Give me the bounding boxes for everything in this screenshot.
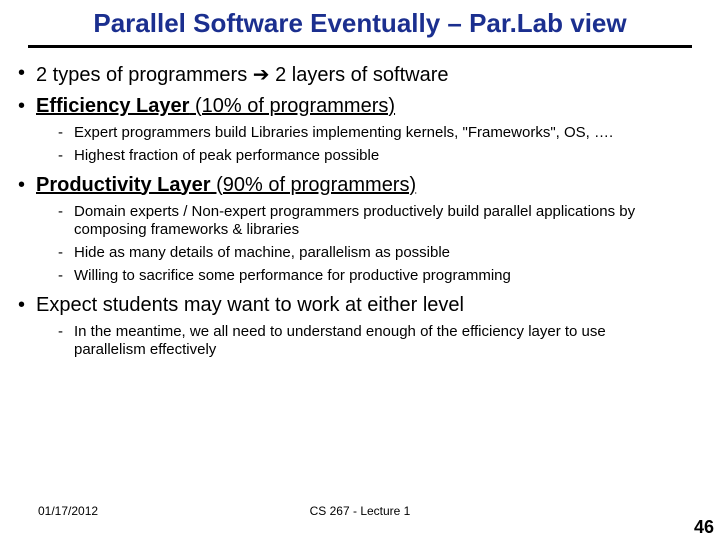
bullet-dash-icon: -: [58, 124, 74, 143]
bullet-level2: - Highest fraction of peak performance p…: [58, 147, 702, 166]
bullet-text: Efficiency Layer (10% of programmers): [36, 95, 702, 118]
text-bold: Productivity Layer: [36, 174, 211, 196]
bullet-dot-icon: •: [18, 95, 36, 118]
slide: Parallel Software Eventually – Par.Lab v…: [0, 0, 720, 540]
bullet-level2: - Willing to sacrifice some performance …: [58, 267, 702, 286]
text-fragment: 2 layers of software: [270, 64, 449, 86]
bullet-level1: • Productivity Layer (90% of programmers…: [18, 174, 702, 197]
bullet-level2: - Hide as many details of machine, paral…: [58, 244, 702, 263]
bullet-text: 2 types of programmers ➔ 2 layers of sof…: [36, 62, 702, 87]
bullet-text: Hide as many details of machine, paralle…: [74, 244, 702, 263]
text-fragment: (90% of programmers): [211, 174, 417, 196]
bullet-level1: • 2 types of programmers ➔ 2 layers of s…: [18, 62, 702, 87]
bullet-level1: • Expect students may want to work at ei…: [18, 294, 702, 317]
bullet-dash-icon: -: [58, 323, 74, 361]
page-number: 46: [694, 517, 714, 538]
bullet-text: Domain experts / Non-expert programmers …: [74, 203, 702, 241]
title-rule: [28, 45, 692, 48]
bullet-dash-icon: -: [58, 267, 74, 286]
bullet-level1: • Efficiency Layer (10% of programmers): [18, 95, 702, 118]
arrow-icon: ➔: [253, 64, 270, 86]
bullet-dash-icon: -: [58, 147, 74, 166]
bullet-text: In the meantime, we all need to understa…: [74, 323, 702, 361]
text-bold: Efficiency Layer: [36, 95, 189, 117]
bullet-dot-icon: •: [18, 174, 36, 197]
bullet-text: Expect students may want to work at eith…: [36, 294, 702, 317]
bullet-text: Highest fraction of peak performance pos…: [74, 147, 702, 166]
bullet-dot-icon: •: [18, 294, 36, 317]
bullet-text: Expert programmers build Libraries imple…: [74, 124, 702, 143]
text-fragment: (10% of programmers): [189, 95, 395, 117]
bullet-level2: - Domain experts / Non-expert programmer…: [58, 203, 702, 241]
bullet-text: Productivity Layer (90% of programmers): [36, 174, 702, 197]
footer-center: CS 267 - Lecture 1: [0, 504, 720, 518]
text-fragment: 2 types of programmers: [36, 64, 253, 86]
bullet-dash-icon: -: [58, 203, 74, 241]
bullet-level2: - Expert programmers build Libraries imp…: [58, 124, 702, 143]
slide-title: Parallel Software Eventually – Par.Lab v…: [0, 0, 720, 45]
bullet-text: Willing to sacrifice some performance fo…: [74, 267, 702, 286]
bullet-dash-icon: -: [58, 244, 74, 263]
bullet-dot-icon: •: [18, 62, 36, 87]
slide-content: • 2 types of programmers ➔ 2 layers of s…: [0, 62, 720, 360]
bullet-level2: - In the meantime, we all need to unders…: [58, 323, 702, 361]
